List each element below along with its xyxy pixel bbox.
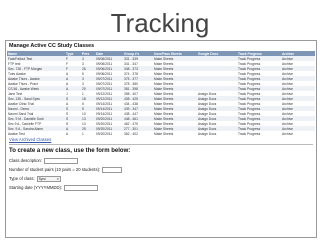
student-pairs-row: Number of student pairs (10 pairs = 20 s…	[6, 165, 316, 174]
divider	[9, 144, 313, 145]
class-type-select[interactable]: Sync ▾	[36, 175, 61, 182]
class-type-label: Type of class:	[9, 176, 35, 181]
form-heading: To create a new class, use the form belo…	[9, 148, 131, 154]
slide-title: Tracking	[110, 8, 210, 38]
panel-heading: Manage Active CC Study Classes	[9, 43, 95, 49]
class-description-row: Class description:	[6, 156, 316, 165]
student-pairs-label: Number of student pairs (10 pairs = 20 s…	[9, 167, 101, 172]
class-management-panel: Manage Active CC Study Classes Name Type P…	[5, 40, 317, 238]
class-type-value: Sync	[38, 176, 46, 181]
view-archived-link[interactable]: View Archived Classes	[6, 136, 316, 143]
starting-date-label: Starting date (YYYYMMDD):	[9, 185, 63, 190]
class-type-row: Type of class: Sync ▾	[6, 174, 316, 183]
class-table: Name Type Pers Date Group #'s User/Pass Sheet…	[7, 51, 315, 136]
starting-date-input[interactable]	[64, 184, 99, 191]
starting-date-row: Starting date (YYYYMMDD):	[6, 183, 316, 192]
class-description-input[interactable]	[44, 157, 79, 164]
class-description-label: Class description:	[9, 158, 43, 163]
table-body: Fast/Fallout Test F 3 09/06/2011 331 - 339 Ma…	[7, 56, 315, 136]
chevron-down-icon: ▾	[57, 176, 59, 181]
student-pairs-input[interactable]	[102, 166, 123, 173]
